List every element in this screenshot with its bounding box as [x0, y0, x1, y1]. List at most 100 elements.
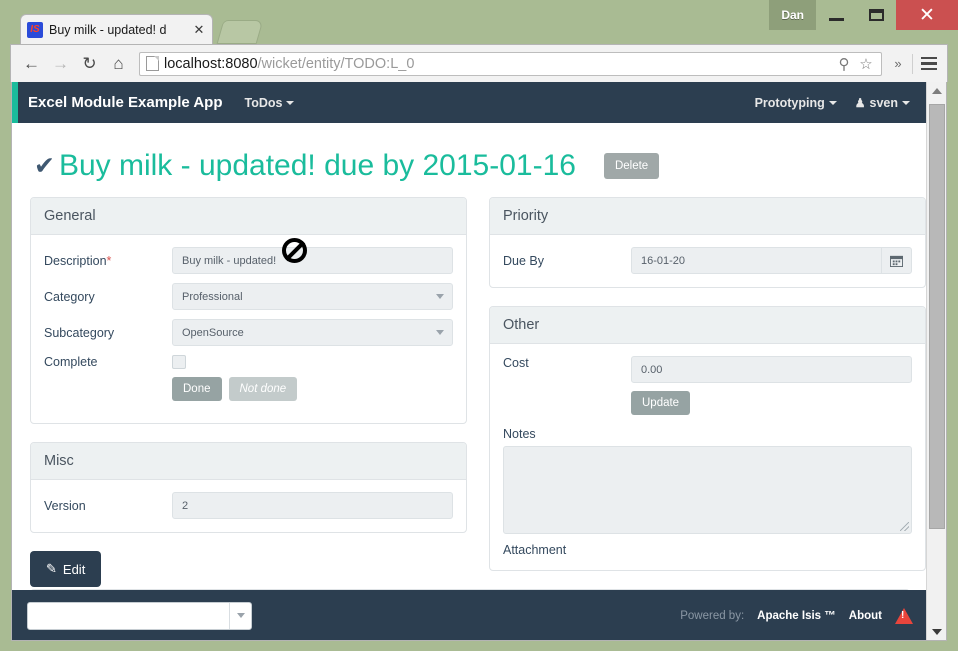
scroll-up-button[interactable] [927, 82, 946, 100]
cost-input[interactable]: 0.00 [631, 356, 912, 383]
isis-logo-icon [895, 607, 913, 624]
notes-label: Notes [503, 427, 536, 441]
bookmark-star-icon[interactable]: ☆ [855, 55, 877, 73]
nav-item-prototyping[interactable]: Prototyping [755, 96, 837, 110]
url-host: localhost:8080 [164, 55, 258, 72]
nav-item-user[interactable]: ♟ sven [855, 96, 910, 110]
description-input[interactable]: Buy milk - updated! [172, 247, 453, 274]
category-row: Category Professional [44, 283, 453, 310]
category-label: Category [44, 289, 95, 304]
version-control: 2 [172, 492, 453, 519]
due-by-row: Due By 16-01-20 [503, 247, 912, 274]
subcategory-value: OpenSource [182, 326, 244, 339]
right-column: Priority Due By 16-01-20 Other Cost 0.00… [489, 197, 926, 589]
chevron-down-icon [436, 330, 444, 335]
nav-item-user-label: sven [869, 95, 899, 110]
complete-control: Done Not done [172, 355, 453, 401]
calendar-icon-svg [890, 255, 903, 267]
tab-close-icon[interactable]: ✕ [192, 23, 206, 36]
version-label: Version [44, 498, 86, 513]
browser-tab[interactable]: IS Buy milk - updated! d ✕ [20, 14, 213, 44]
priority-panel: Priority Due By 16-01-20 [489, 197, 926, 288]
left-column: General Description* Buy milk - updated! [30, 197, 467, 589]
menu-hamburger-icon[interactable] [917, 56, 941, 71]
nav-menu-todos-label: ToDos [244, 95, 283, 110]
priority-panel-title: Priority [490, 198, 925, 235]
update-button[interactable]: Update [631, 391, 691, 415]
scroll-down-button[interactable] [927, 623, 946, 640]
description-label-text: Description [44, 253, 107, 268]
back-button[interactable]: ← [17, 49, 46, 78]
resize-grip-icon[interactable] [900, 522, 909, 531]
not-done-button[interactable]: Not done [228, 377, 298, 401]
complete-row: Complete Done Not done [44, 355, 453, 401]
favicon-icon: IS [27, 21, 43, 38]
description-row: Description* Buy milk - updated! [44, 238, 453, 274]
attachment-label: Attachment [503, 543, 567, 557]
chevron-overflow-icon[interactable]: » [888, 56, 908, 71]
page-scrollbar[interactable] [926, 82, 946, 640]
version-input[interactable]: 2 [172, 492, 453, 519]
address-bar[interactable]: localhost:8080/wicket/entity/TODO:L_0 ⚲ … [139, 51, 882, 76]
complete-checkbox[interactable] [172, 355, 186, 369]
product-name-link[interactable]: Apache Isis ™ [757, 610, 836, 622]
subcategory-select[interactable]: OpenSource [172, 319, 453, 346]
done-button[interactable]: Done [172, 377, 222, 401]
general-panel: General Description* Buy milk - updated! [30, 197, 467, 424]
version-row: Version 2 [44, 492, 453, 519]
user-avatar-icon: ♟ [854, 95, 866, 110]
footer-select[interactable] [27, 601, 252, 630]
edit-button[interactable]: ✎ Edit [30, 551, 102, 587]
browser-tabstrip: IS Buy milk - updated! d ✕ [10, 14, 948, 44]
category-control: Professional [172, 283, 453, 310]
chevron-down-icon [436, 294, 444, 299]
new-tab-button[interactable] [216, 20, 264, 44]
about-link[interactable]: About [849, 610, 882, 622]
app-footer: Powered by: Apache Isis ™ About [12, 590, 928, 640]
priority-panel-body: Due By 16-01-20 [490, 235, 925, 287]
edit-button-label: Edit [62, 561, 86, 577]
scrollbar-thumb[interactable] [929, 104, 945, 529]
category-select[interactable]: Professional [172, 283, 453, 310]
browser-toolbar: ← → ↻ ⌂ localhost:8080/wicket/entity/TOD… [10, 44, 948, 82]
other-panel-title: Other [490, 307, 925, 344]
notes-textarea[interactable] [503, 446, 912, 534]
powered-by-label: Powered by: [680, 609, 745, 622]
no-entry-cursor-icon [282, 238, 307, 263]
web-page: Excel Module Example App ToDos Prototypi… [12, 82, 928, 640]
page-title: Buy milk - updated! due by 2015-01-16 [58, 149, 576, 182]
due-by-label: Due By [503, 253, 544, 268]
app-navbar: Excel Module Example App ToDos Prototypi… [12, 82, 928, 123]
due-by-datepicker[interactable]: 16-01-20 [631, 247, 912, 274]
page-info-icon [146, 56, 159, 71]
delete-button[interactable]: Delete [603, 153, 660, 179]
complete-button-row: Done Not done [172, 377, 453, 401]
calendar-icon[interactable] [881, 248, 911, 273]
misc-panel-title: Misc [31, 443, 466, 480]
footer-select-value [28, 603, 229, 629]
home-button[interactable]: ⌂ [104, 49, 133, 78]
edit-pencil-icon: ✎ [46, 561, 57, 576]
footer-right: Powered by: Apache Isis ™ About [680, 607, 913, 624]
entity-header: ✔ Buy milk - updated! due by 2015-01-16 … [12, 123, 928, 197]
subcategory-label: Subcategory [44, 325, 115, 340]
entity-columns: General Description* Buy milk - updated! [12, 197, 928, 589]
toolbar-divider [912, 53, 913, 74]
search-icon[interactable]: ⚲ [833, 55, 855, 73]
reload-button[interactable]: ↻ [75, 49, 104, 78]
cost-control: 0.00 Update [631, 356, 912, 415]
description-control: Buy milk - updated! [172, 238, 453, 274]
cost-label: Cost [503, 356, 529, 370]
chevron-down-icon[interactable] [229, 602, 251, 629]
url-path: /wicket/entity/TODO:L_0 [257, 55, 415, 72]
other-panel: Other Cost 0.00 Update Notes Attachment [489, 306, 926, 571]
misc-panel: Misc Version 2 [30, 442, 467, 533]
notes-block: Notes [503, 427, 912, 534]
general-panel-title: General [31, 198, 466, 235]
chevron-down-icon [902, 101, 910, 106]
app-brand[interactable]: Excel Module Example App [28, 94, 223, 111]
nav-menu-todos[interactable]: ToDos [245, 96, 295, 110]
chevron-down-icon [286, 101, 295, 106]
due-by-value: 16-01-20 [641, 254, 686, 267]
tab-title: Buy milk - updated! d [49, 22, 167, 37]
